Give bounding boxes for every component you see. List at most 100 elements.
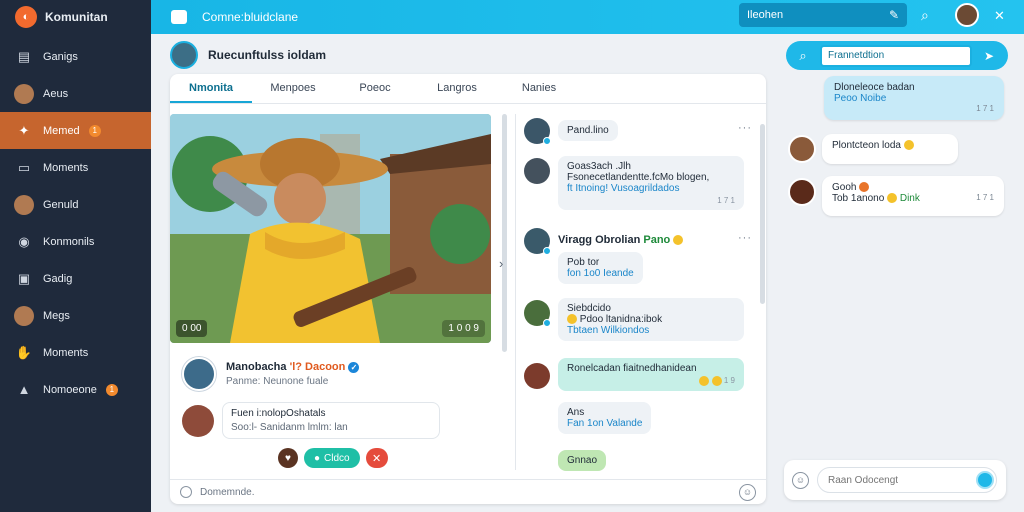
message-heading: Viragg Obrolian Pano	[558, 234, 684, 246]
sidebar-item-moments[interactable]: ▭ Moments	[0, 149, 151, 186]
thread-message: Gnnao	[522, 450, 762, 471]
sidebar-nav: ▤ Ganigs Aeus ✦ Memed 1 ▭ Moments Genuld ◉ Ko…	[0, 38, 151, 408]
main-header: Ruecunftulss ioldam	[170, 40, 770, 70]
user-avatar[interactable]	[524, 300, 551, 327]
comment-bubble: Fuen i:nolopOshatals Soo:l- Sanidanm lml…	[222, 402, 440, 439]
message-bubble: Pob tor fon 1o0 Ieande	[558, 252, 643, 284]
card-footer: Domemnde. ☺	[170, 479, 766, 504]
reaction-bar: ♥ ● Cldco ✕	[278, 448, 388, 468]
author-subtitle: Panme: Neunone fuale	[226, 376, 329, 387]
search-icon[interactable]: ⌕	[792, 48, 814, 64]
avatar-icon	[14, 83, 34, 104]
thread-message: Siebdcido Pdoo ltanidna:ibok Tbtaen Wilk…	[522, 298, 762, 348]
online-indicator	[543, 319, 551, 327]
community-avatar[interactable]	[170, 41, 198, 69]
right-message: Plontcteon loda	[822, 134, 958, 164]
user-avatar[interactable]	[524, 228, 551, 255]
close-icon[interactable]: ✕	[994, 8, 1005, 24]
emoji-icon[interactable]: ☺	[792, 471, 809, 489]
tab-langros[interactable]: Langros	[416, 74, 498, 103]
logo-icon: ◐	[15, 6, 37, 28]
more-icon[interactable]: ···	[738, 232, 752, 244]
target-icon: ◉	[18, 233, 30, 249]
tab-nanies[interactable]: Nanies	[498, 74, 580, 103]
sidebar-item-memed[interactable]: ✦ Memed 1	[0, 112, 151, 149]
thread-message: Goas3ach .Jlh Fsonecetlandentte.fcMo blo…	[522, 156, 762, 218]
scrollbar[interactable]	[502, 114, 507, 352]
emoji-icon[interactable]: ☺	[739, 484, 756, 501]
top-search-field[interactable]: Ileohen ✎	[739, 3, 907, 27]
hand-icon: ✋	[15, 344, 33, 360]
media-likes-stat: 1 0 0 9	[442, 320, 485, 337]
message-bubble: Siebdcido Pdoo ltanidna:ibok Tbtaen Wilk…	[558, 298, 744, 341]
comment: Fuen i:nolopOshatals Soo:l- Sanidanm lml…	[182, 402, 440, 439]
smile-icon	[673, 235, 684, 246]
commenter-avatar[interactable]	[182, 404, 214, 437]
user-avatar[interactable]	[955, 3, 979, 27]
message-input[interactable]	[817, 467, 997, 493]
message-bubble: Pand.lino	[558, 120, 618, 141]
divider	[515, 114, 516, 470]
sidebar: ◐ Komunitan ▤ Ganigs Aeus ✦ Memed 1 ▭ Moment…	[0, 0, 151, 512]
user-avatar[interactable]	[524, 363, 550, 389]
right-search-input[interactable]	[820, 44, 972, 67]
heart-icon[interactable]: ♥	[278, 448, 298, 468]
author-name[interactable]: Manobacha 'l? Dacoon ✓	[226, 361, 360, 373]
notification-badge: 1	[105, 383, 118, 396]
sidebar-item-aeus[interactable]: Aeus	[0, 75, 151, 112]
reaction-pill[interactable]: ● Cldco	[304, 448, 360, 468]
thread-message: Ronelcadan fiaitnedhanidean 1 9	[522, 358, 762, 398]
notification-badge: 1	[88, 124, 101, 137]
post-author: Manobacha 'l? Dacoon ✓ Panme: Neunone fu…	[182, 357, 360, 391]
storefront-icon: ▤	[17, 48, 31, 64]
message-bubble: Goas3ach .Jlh Fsonecetlandentte.fcMo blo…	[558, 156, 744, 210]
thread-message: Pand.lino ···	[522, 116, 762, 146]
sidebar-item-gadig[interactable]: ▣ Gadig	[0, 260, 151, 297]
message-icon: ▣	[17, 270, 31, 286]
chevron-right-icon[interactable]: ›	[499, 256, 503, 271]
comment-icon[interactable]	[180, 486, 192, 498]
message-composer: ☺	[784, 460, 1006, 500]
sidebar-item-moments-2[interactable]: ✋ Moments	[0, 334, 151, 371]
bell-icon: ▲	[17, 382, 31, 397]
search-icon[interactable]: ⌕	[921, 7, 929, 24]
avatar-icon	[14, 194, 34, 215]
brand[interactable]: ◐ Komunitan	[0, 0, 151, 34]
chat-icon: ●	[314, 452, 321, 464]
tab-bar: Nmonita Menpoes Poeoc Langros Nanies	[170, 74, 766, 104]
user-avatar[interactable]	[524, 158, 550, 184]
tab-poeoc[interactable]: Poeoc	[334, 74, 416, 103]
sidebar-item-megs[interactable]: Megs	[0, 297, 151, 334]
main-card: Nmonita Menpoes Poeoc Langros Nanies 0 0…	[170, 74, 766, 504]
contact-avatar[interactable]	[788, 178, 816, 206]
message-bubble: Gnnao	[558, 450, 607, 471]
more-icon[interactable]: ···	[738, 122, 752, 134]
right-message: Gooh Tob 1anono Dink 1 7 1	[822, 176, 1004, 216]
online-indicator	[543, 137, 551, 145]
tab-nmonita[interactable]: Nmonita	[170, 74, 252, 103]
message-bubble: Ronelcadan fiaitnedhanidean 1 9	[558, 358, 744, 391]
brand-title: Komunitan	[45, 10, 108, 24]
thread-message: Pob tor fon 1o0 Ieande	[522, 252, 762, 292]
media-views-stat: 0 00	[176, 320, 208, 337]
user-avatar[interactable]	[524, 118, 551, 145]
contact-avatar[interactable]	[788, 135, 816, 163]
sidebar-item-genuld[interactable]: Genuld	[0, 186, 151, 223]
send-icon[interactable]: ➤	[984, 49, 994, 63]
scrollbar[interactable]	[760, 124, 765, 304]
emoji-icon	[903, 140, 914, 151]
author-avatar[interactable]	[182, 357, 216, 391]
sidebar-item-ganigs[interactable]: ▤ Ganigs	[0, 38, 151, 75]
close-icon[interactable]: ✕	[365, 448, 388, 468]
sidebar-item-nomoeone[interactable]: ▲ Nomoeone 1	[0, 371, 151, 408]
app-title: Comne:bluidclane	[202, 10, 299, 24]
edit-icon[interactable]: ✎	[889, 8, 899, 22]
send-button[interactable]	[976, 471, 994, 489]
post-media[interactable]: 0 00 1 0 0 9	[170, 114, 491, 343]
comment-prompt[interactable]: Domemnde.	[200, 487, 254, 498]
chat-thread: Pand.lino ··· Goas3ach .Jlh Fsonecetland…	[522, 114, 762, 471]
sidebar-item-konmonils[interactable]: ◉ Konmonils	[0, 223, 151, 260]
avatar-icon	[14, 305, 34, 326]
tab-menpoes[interactable]: Menpoes	[252, 74, 334, 103]
verified-icon: ✓	[348, 362, 360, 373]
